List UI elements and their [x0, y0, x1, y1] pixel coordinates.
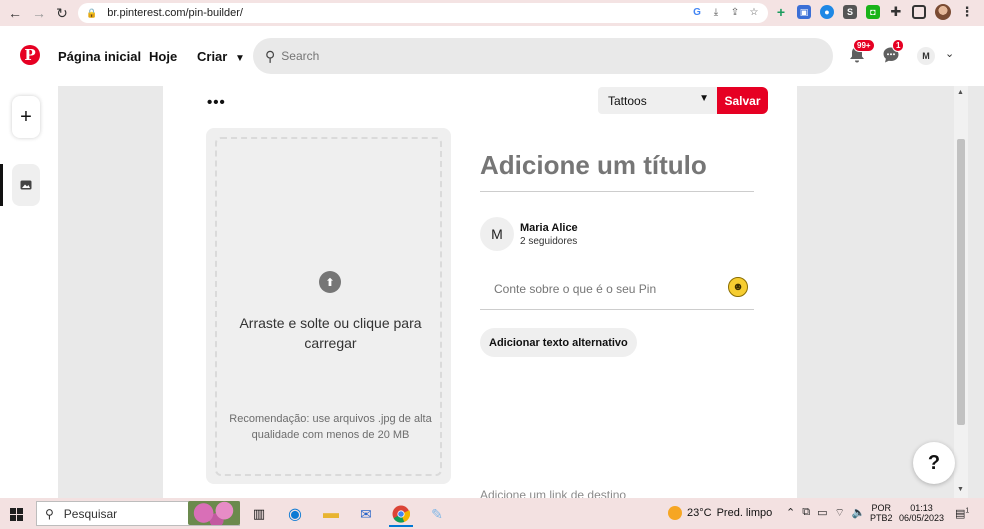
- messages-badge: 1: [892, 39, 905, 52]
- search-highlight-image: [188, 501, 240, 525]
- share-icon[interactable]: ⇪: [729, 6, 741, 18]
- description-input[interactable]: Conte sobre o que é o seu Pin ☻: [480, 272, 754, 310]
- extension-s-icon[interactable]: S: [843, 5, 857, 19]
- chrome-menu-icon[interactable]: ⋮: [960, 4, 974, 19]
- show-hidden-icons-icon[interactable]: ⌃: [786, 506, 795, 520]
- scroll-down-icon[interactable]: ▼: [957, 486, 964, 493]
- reload-icon[interactable]: ↻: [51, 2, 73, 24]
- file-explorer-icon[interactable]: ▬: [320, 503, 342, 525]
- author-avatar: M: [480, 217, 514, 251]
- search-input[interactable]: [281, 49, 782, 63]
- left-rail: +: [0, 86, 58, 498]
- extension-screen-icon[interactable]: ▣: [797, 5, 811, 19]
- nav-today[interactable]: Hoje: [149, 49, 177, 64]
- extensions-puzzle-icon[interactable]: ✚: [889, 4, 903, 19]
- scrollbar-thumb[interactable]: [957, 139, 965, 425]
- clock-time: 01:13: [910, 503, 933, 513]
- account-chevron-down-icon[interactable]: ⌄: [945, 47, 954, 60]
- clock-date: 06/05/2023: [899, 513, 945, 523]
- keyboard-layout: PTB2: [870, 513, 893, 523]
- weather-desc: Pred. limpo: [716, 507, 773, 519]
- plus-icon: +: [20, 105, 32, 128]
- author-followers: 2 seguidores: [520, 236, 578, 247]
- volume-icon[interactable]: 🔈: [852, 506, 866, 520]
- nav-home[interactable]: Página inicial: [58, 49, 141, 64]
- side-panel-icon[interactable]: [912, 5, 926, 19]
- site-info-icon[interactable]: 🔒: [86, 8, 97, 19]
- edge-icon[interactable]: ◉: [284, 503, 306, 525]
- extension-plus-icon[interactable]: +: [774, 4, 788, 20]
- weather-widget[interactable]: 23°C Pred. limpo: [668, 506, 772, 520]
- language-code: POR: [871, 503, 892, 513]
- bookmark-star-icon[interactable]: ☆: [748, 6, 760, 18]
- extension-circle-icon[interactable]: ●: [820, 5, 834, 19]
- board-dropdown-value: Tattoos: [608, 93, 647, 108]
- windows-start-icon[interactable]: [10, 508, 23, 521]
- chrome-icon[interactable]: [390, 503, 412, 525]
- weather-temp: 23°C: [687, 507, 712, 519]
- search-icon: ⚲: [265, 47, 276, 64]
- destination-link-input[interactable]: Adicione um link de destino: [480, 488, 626, 498]
- notifications-button[interactable]: 99+: [848, 39, 875, 64]
- upload-instructions: Arraste e solte ou clique para carregar: [239, 315, 422, 351]
- windows-taskbar: ⚲ Pesquisar ▥ ◉ ▬ ✉ ✎ 23°C Pred. limpo ⌃…: [0, 498, 984, 529]
- browser-toolbar: ← → ↻ 🔒 br.pinterest.com/pin-builder/ G …: [0, 0, 984, 26]
- title-input[interactable]: Adicione um título: [480, 150, 754, 192]
- add-alt-text-button[interactable]: Adicionar texto alternativo: [480, 328, 637, 357]
- google-lens-icon[interactable]: G: [691, 6, 703, 18]
- messages-button[interactable]: 1: [882, 39, 905, 64]
- nav-create[interactable]: Criar ▼: [197, 49, 245, 64]
- description-placeholder: Conte sobre o que é o seu Pin: [494, 282, 657, 296]
- draft-thumbnail-button[interactable]: [12, 164, 40, 206]
- address-bar[interactable]: 🔒 br.pinterest.com/pin-builder/ G ⤓ ⇪ ☆: [78, 3, 768, 23]
- upload-arrow-icon: ⬆: [319, 271, 341, 293]
- wifi-icon[interactable]: ⌔: [834, 506, 844, 520]
- board-dropdown[interactable]: Tattoos ▼: [598, 87, 717, 114]
- weather-sun-icon: [668, 506, 682, 520]
- save-button[interactable]: Salvar: [717, 87, 768, 114]
- pin-builder-card: ••• Tattoos ▼ Salvar ⬆ Arraste e solte o…: [163, 86, 797, 498]
- url-text: br.pinterest.com/pin-builder/: [107, 7, 243, 19]
- taskbar-search-label: Pesquisar: [63, 506, 118, 521]
- help-button[interactable]: ?: [913, 442, 955, 484]
- notifications-badge: 99+: [853, 39, 875, 52]
- page-scrollbar[interactable]: ▲ ▼: [954, 86, 968, 498]
- paint-icon[interactable]: ✎: [426, 503, 448, 525]
- forward-icon[interactable]: →: [28, 2, 50, 24]
- mail-icon[interactable]: ✉: [355, 503, 377, 525]
- scroll-up-icon[interactable]: ▲: [957, 89, 964, 96]
- profile-avatar-icon[interactable]: [935, 4, 951, 20]
- notification-count: 1: [965, 507, 970, 515]
- language-indicator[interactable]: POR PTB2: [870, 503, 893, 523]
- install-icon[interactable]: ⤓: [710, 6, 722, 18]
- notification-center-icon[interactable]: ▤1: [955, 507, 969, 520]
- network-icon[interactable]: ▭: [817, 506, 827, 520]
- meet-now-icon[interactable]: ⧉: [802, 506, 810, 520]
- extension-green-icon[interactable]: ◘: [866, 5, 880, 19]
- search-bar[interactable]: ⚲: [253, 38, 833, 74]
- author-name: Maria Alice: [520, 222, 578, 234]
- profile-avatar[interactable]: M: [917, 47, 935, 65]
- pinterest-logo-icon[interactable]: P: [20, 45, 40, 65]
- upload-dropzone[interactable]: ⬆ Arraste e solte ou clique para carrega…: [215, 137, 442, 476]
- more-options-icon[interactable]: •••: [207, 94, 226, 111]
- taskbar-clock[interactable]: 01:13 06/05/2023: [899, 503, 944, 523]
- chevron-down-icon: ▼: [234, 53, 245, 64]
- upload-recommendation: Recomendação: use arquivos .jpg de alta …: [229, 413, 432, 441]
- chrome-active-indicator: [389, 525, 413, 527]
- add-pin-button[interactable]: +: [12, 96, 40, 138]
- chevron-down-icon: ▼: [699, 93, 709, 104]
- upload-area[interactable]: ⬆ Arraste e solte ou clique para carrega…: [206, 128, 451, 484]
- pinterest-header: P Página inicial Hoje Criar ▼ ⚲ 99+ 1 M …: [0, 26, 984, 86]
- emoji-picker-icon[interactable]: ☻: [728, 277, 748, 297]
- image-icon: [20, 180, 32, 190]
- back-icon[interactable]: ←: [4, 2, 26, 24]
- task-view-icon[interactable]: ▥: [248, 503, 270, 525]
- system-tray: ⌃ ⧉ ▭ ⌔ 🔈: [786, 506, 866, 520]
- nav-create-label: Criar: [197, 49, 228, 64]
- chrome-logo-icon: [392, 505, 410, 523]
- search-icon: ⚲: [45, 506, 54, 521]
- rail-active-indicator: [0, 164, 3, 206]
